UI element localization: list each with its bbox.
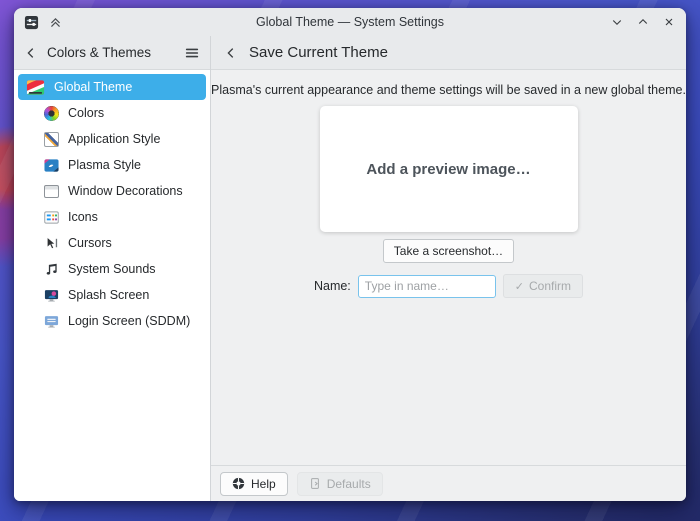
page-title: Save Current Theme	[249, 44, 388, 61]
hamburger-menu-icon[interactable]	[184, 46, 200, 60]
window-title: Global Theme — System Settings	[14, 15, 686, 29]
plasma-style-icon	[44, 156, 59, 175]
sidebar-list: Global Theme Colors Application Style Pl…	[14, 70, 210, 334]
close-button[interactable]	[662, 15, 676, 29]
titlebar[interactable]: Global Theme — System Settings	[14, 8, 686, 36]
sidebar-back-icon[interactable]	[24, 46, 38, 60]
sidebar-item-login-screen[interactable]: Login Screen (SDDM)	[18, 308, 206, 334]
main-back-icon[interactable]	[224, 46, 238, 60]
application-style-icon	[44, 130, 59, 149]
global-theme-icon	[26, 78, 45, 97]
confirm-button-label: Confirm	[529, 279, 571, 293]
system-sounds-icon	[44, 260, 59, 279]
window-decorations-icon	[44, 182, 59, 201]
name-label: Name:	[314, 279, 351, 293]
sidebar-item-label: Window Decorations	[68, 184, 183, 198]
theme-name-input[interactable]	[358, 275, 496, 298]
confirm-button[interactable]: ✓ Confirm	[503, 274, 583, 298]
cursors-icon	[44, 234, 59, 253]
defaults-button[interactable]: Defaults	[297, 472, 383, 496]
description-text: Plasma's current appearance and theme se…	[211, 83, 686, 97]
sidebar-item-label: Global Theme	[54, 80, 132, 94]
help-button-label: Help	[251, 477, 276, 491]
sidebar-item-window-decorations[interactable]: Window Decorations	[18, 178, 206, 204]
sidebar-item-label: Application Style	[68, 132, 160, 146]
help-icon	[232, 477, 245, 490]
defaults-button-label: Defaults	[327, 477, 371, 491]
sidebar-item-label: Colors	[68, 106, 104, 120]
login-screen-icon	[44, 312, 59, 331]
main-header: Save Current Theme	[211, 36, 686, 70]
sidebar-item-label: Icons	[68, 210, 98, 224]
main-content: Plasma's current appearance and theme se…	[211, 70, 686, 465]
defaults-icon	[309, 477, 321, 490]
take-screenshot-button[interactable]: Take a screenshot…	[383, 239, 514, 263]
name-row: Name: ✓ Confirm	[314, 274, 583, 298]
sidebar-item-label: System Sounds	[68, 262, 156, 276]
sidebar-item-label: Login Screen (SDDM)	[68, 314, 190, 328]
main-panel: Save Current Theme Plasma's current appe…	[211, 36, 686, 501]
preview-placeholder-text: Add a preview image…	[366, 161, 530, 178]
checkmark-icon: ✓	[515, 280, 524, 293]
sidebar-item-global-theme[interactable]: Global Theme	[18, 74, 206, 100]
splash-screen-icon	[44, 286, 59, 305]
minimize-button[interactable]	[610, 15, 624, 29]
maximize-button[interactable]	[636, 15, 650, 29]
app-icon	[24, 15, 39, 30]
keep-above-icon[interactable]	[48, 15, 62, 29]
sidebar-item-splash-screen[interactable]: Splash Screen	[18, 282, 206, 308]
sidebar-item-label: Plasma Style	[68, 158, 141, 172]
sidebar-header: Colors & Themes	[14, 36, 210, 70]
sidebar-item-icons[interactable]: Icons	[18, 204, 206, 230]
icons-icon	[44, 208, 59, 227]
sidebar: Colors & Themes Global Theme Colors	[14, 36, 211, 501]
sidebar-item-application-style[interactable]: Application Style	[18, 126, 206, 152]
help-button[interactable]: Help	[220, 472, 288, 496]
system-settings-window: Global Theme — System Settings	[14, 8, 686, 501]
colors-icon	[44, 104, 59, 123]
sidebar-item-plasma-style[interactable]: Plasma Style	[18, 152, 206, 178]
sidebar-item-system-sounds[interactable]: System Sounds	[18, 256, 206, 282]
sidebar-item-cursors[interactable]: Cursors	[18, 230, 206, 256]
sidebar-item-colors[interactable]: Colors	[18, 100, 206, 126]
sidebar-item-label: Splash Screen	[68, 288, 149, 302]
footer: Help Defaults	[211, 465, 686, 501]
sidebar-item-label: Cursors	[68, 236, 112, 250]
preview-image-dropzone[interactable]: Add a preview image…	[320, 106, 578, 232]
sidebar-title: Colors & Themes	[47, 45, 151, 60]
